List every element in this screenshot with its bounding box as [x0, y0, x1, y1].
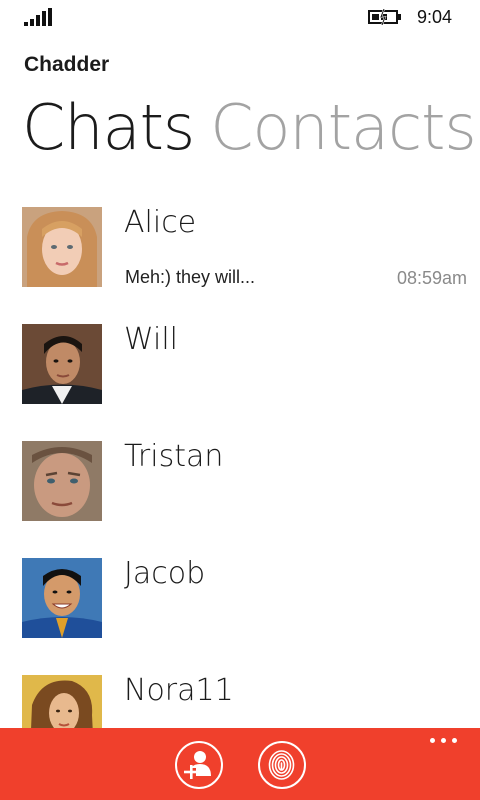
more-dots-icon[interactable] [430, 738, 458, 744]
message-time: 08:59am [396, 268, 467, 288]
avatar [22, 558, 102, 638]
chat-item-jacob[interactable]: Jacob [0, 556, 480, 673]
fingerprint-button[interactable] [258, 741, 306, 789]
chat-item-nora11[interactable]: Nora11 [0, 673, 480, 728]
pivot-header: Chats Contacts [22, 88, 477, 168]
avatar [22, 441, 102, 521]
add-contact-button[interactable] [175, 741, 223, 789]
contact-name: Jacob [124, 556, 206, 591]
avatar-photo-icon [22, 441, 102, 521]
add-contact-icon [184, 751, 211, 779]
chat-item-tristan[interactable]: Tristan [0, 439, 480, 556]
tab-contacts[interactable]: Contacts [210, 88, 477, 168]
contact-name: Will [124, 322, 179, 357]
avatar [22, 675, 102, 728]
signal-bars-icon [24, 8, 52, 26]
avatar-photo-icon [22, 558, 102, 638]
chat-item-will[interactable]: Will [0, 322, 480, 439]
tab-chats[interactable]: Chats [22, 88, 195, 168]
chat-item-alice[interactable]: Alice Meh:) they will... 08:59am [0, 205, 480, 322]
contact-name: Alice [124, 205, 197, 240]
message-preview: Meh:) they will... [125, 267, 256, 287]
avatar-photo-icon [22, 207, 102, 287]
app-bar [0, 728, 480, 800]
battery-charging-icon [368, 9, 401, 25]
contact-name: Nora11 [124, 673, 234, 708]
contact-name: Tristan [124, 439, 224, 474]
status-time: 9:04 [417, 7, 453, 27]
app-title: Chadder [24, 53, 110, 76]
avatar-photo-icon [22, 675, 102, 728]
fingerprint-icon [268, 750, 295, 780]
status-bar: 9:04 [0, 0, 480, 34]
avatar [22, 207, 102, 287]
chat-list[interactable]: Alice Meh:) they will... 08:59am Will Tr… [0, 205, 480, 728]
avatar-photo-icon [22, 324, 102, 404]
avatar [22, 324, 102, 404]
